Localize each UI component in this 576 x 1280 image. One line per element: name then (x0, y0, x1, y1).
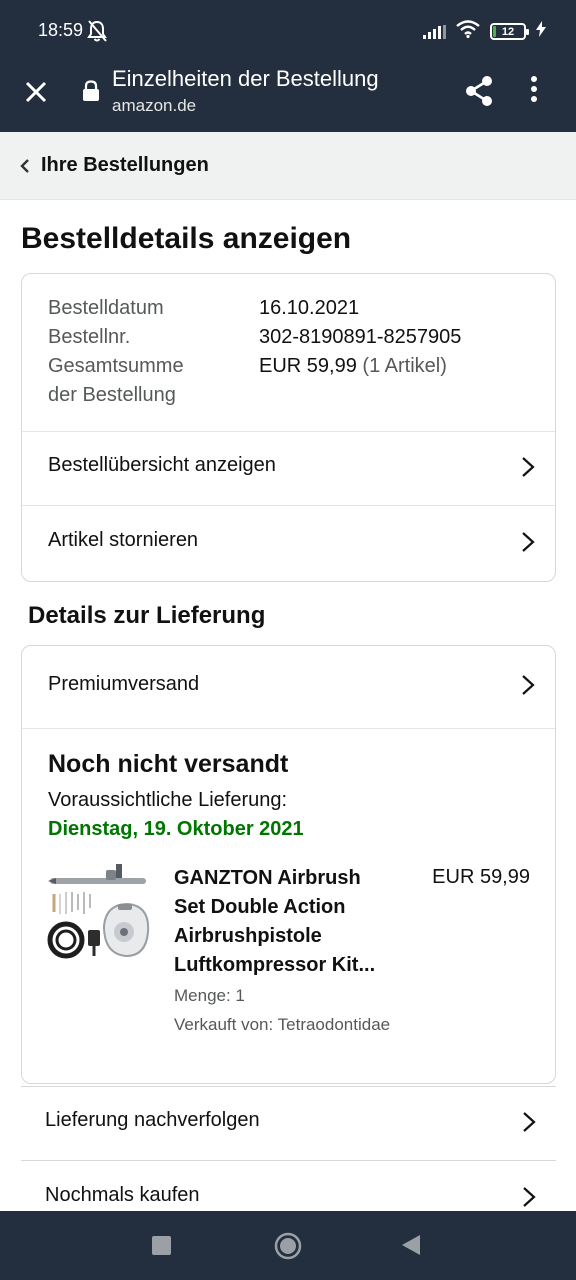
signal-icon (423, 24, 446, 39)
charging-bolt-icon (536, 21, 546, 42)
page-title: Bestelldetails anzeigen (21, 222, 352, 255)
share-icon[interactable] (462, 73, 496, 114)
recents-square-icon[interactable] (152, 1236, 171, 1255)
cancel-items-link[interactable]: Artikel stornieren (22, 506, 555, 580)
order-date-value: 16.10.2021 (259, 297, 360, 319)
order-number-row: Bestellnr. 302-8190891-8257905 (48, 323, 461, 352)
product-price: EUR 59,99 (432, 866, 530, 888)
browser-domain: amazon.de (112, 96, 197, 115)
more-vertical-icon[interactable] (530, 75, 538, 108)
breadcrumb-orders-link[interactable]: Ihre Bestellungen (41, 154, 209, 177)
breadcrumb[interactable]: Ihre Bestellungen (0, 132, 576, 200)
shipping-method-label: Premiumversand (48, 673, 200, 695)
buy-again-label: Nochmals kaufen (45, 1184, 200, 1206)
browser-page-title: Einzelheiten der Bestellung (112, 66, 379, 91)
chevron-left-icon (20, 158, 30, 179)
browser-toolbar: Einzelheiten der Bestellung amazon.de (0, 64, 576, 132)
delivery-card: Premiumversand Noch nicht versandt Vorau… (21, 645, 556, 1084)
order-total-value: EUR 59,99 (1 Artikel) (259, 352, 447, 381)
chevron-right-icon (522, 1186, 536, 1213)
track-delivery-label: Lieferung nachverfolgen (45, 1109, 260, 1131)
shipping-method-link[interactable]: Premiumversand (22, 646, 555, 720)
order-date-row: Bestelldatum 16.10.2021 (48, 294, 359, 323)
order-total-label-line2: der Bestellung (48, 384, 176, 406)
product-quantity: Menge: 1 (174, 986, 245, 1005)
order-number-label: Bestellnr. (48, 326, 131, 348)
home-circle-icon[interactable] (274, 1232, 302, 1265)
order-date-label: Bestelldatum (48, 297, 164, 319)
close-icon[interactable] (22, 78, 50, 106)
product-title-line-1: GANZTON Airbrush (174, 867, 361, 889)
back-triangle-icon[interactable] (401, 1234, 421, 1261)
order-total-items: (1 Artikel) (362, 355, 447, 377)
system-nav-bar (0, 1211, 576, 1280)
product-seller: Verkauft von: Tetraodontidae (174, 1015, 391, 1034)
order-total-amount: EUR 59,99 (259, 355, 357, 377)
product-title-line-2: Set Double Action (174, 896, 346, 918)
order-total-row: Gesamtsumme der Bestellung EUR 59,99 (1 … (48, 352, 528, 410)
battery-level: 12 (501, 25, 515, 38)
delivery-section-title: Details zur Lieferung (28, 602, 266, 629)
product-title-line-3: Airbrushpistole (174, 925, 322, 947)
wifi-icon (456, 20, 480, 43)
status-time: 18:59 (38, 20, 84, 40)
cancel-items-label: Artikel stornieren (48, 529, 199, 551)
order-summary-card: Bestelldatum 16.10.2021 Bestellnr. 302-8… (21, 273, 556, 582)
order-number-value: 302-8190891-8257905 (259, 326, 462, 348)
shipment-status: Noch nicht versandt (48, 750, 289, 778)
chevron-right-icon (522, 1111, 536, 1138)
lock-icon (82, 80, 100, 107)
status-icons: 12 (423, 20, 546, 43)
view-order-summary-label: Bestellübersicht anzeigen (48, 454, 276, 476)
product-title-line-4: Luftkompressor Kit... (174, 954, 376, 976)
product-title-link[interactable]: GANZTON Airbrush Set Double Action Airbr… (174, 864, 406, 980)
divider (22, 728, 555, 729)
status-bar: 18:59 12 (0, 0, 576, 64)
chevron-right-icon (521, 531, 535, 558)
chevron-right-icon (521, 456, 535, 483)
product-image[interactable] (46, 864, 150, 964)
battery-icon: 12 (490, 23, 529, 40)
chevron-right-icon (521, 674, 535, 701)
track-delivery-link[interactable]: Lieferung nachverfolgen (21, 1086, 556, 1160)
estimated-delivery-date: Dienstag, 19. Oktober 2021 (48, 818, 304, 840)
view-order-summary-link[interactable]: Bestellübersicht anzeigen (22, 431, 555, 505)
mute-bell-icon (86, 19, 108, 48)
app-root: 18:59 12 Einzelheiten der Bestellung ama… (0, 0, 576, 1280)
estimated-delivery-label: Voraussichtliche Lieferung: (48, 789, 288, 811)
